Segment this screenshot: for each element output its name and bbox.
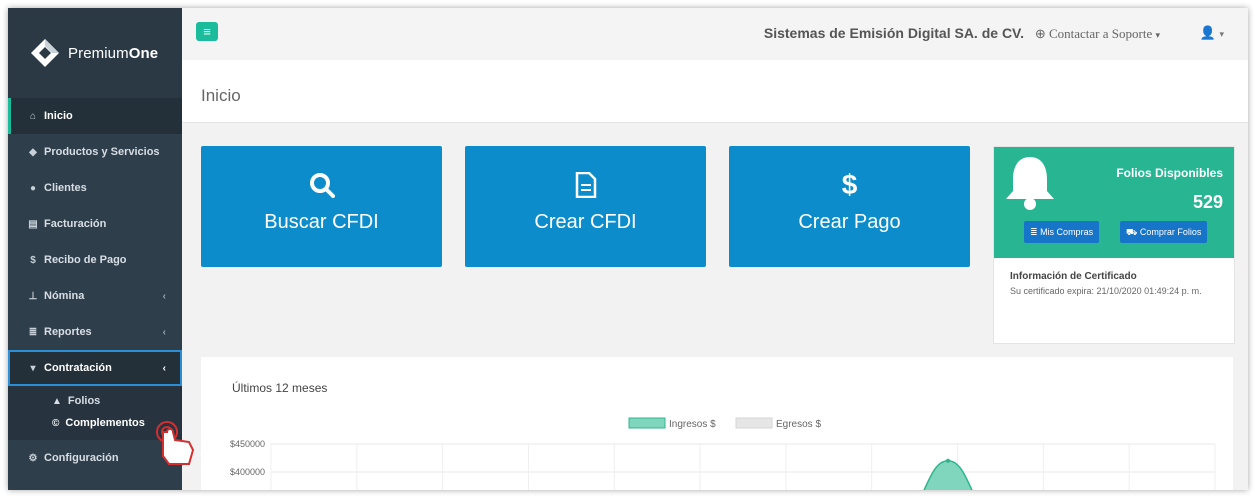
sidebar-item-label: Facturación (44, 218, 107, 230)
sidebar-item-productos[interactable]: ◆ Productos y Servicios (8, 134, 182, 170)
button-label: Mis Compras (1040, 227, 1094, 237)
sidebar-item-label: Inicio (44, 110, 73, 122)
legend-label: Ingresos $ (669, 419, 716, 430)
user-icon: 👤 (1199, 25, 1216, 40)
cogs-icon: ⚙ (28, 452, 38, 464)
tile-label: Crear CFDI (534, 211, 637, 233)
list-icon: ≣ (1030, 227, 1038, 237)
folios-card: Folios Disponibles 529 ≣ Mis Compras ⛟ C… (993, 146, 1235, 344)
search-icon (309, 173, 335, 198)
sidebar-item-contratacion[interactable]: ▾ Contratación ‹ (8, 350, 182, 386)
brand-name: PremiumOne (68, 44, 159, 62)
caret-down-icon: ▾ (1155, 30, 1160, 40)
user-dropdown[interactable]: 👤 ▾ (1200, 25, 1224, 41)
folios-title: Folios Disponibles (1116, 166, 1223, 180)
sidebar-subitem-label: Folios (67, 395, 101, 407)
legend-swatch[interactable] (628, 417, 666, 429)
page-title: Inicio (201, 86, 241, 105)
app-window: PremiumOne ⌂ Inicio ◆ Productos y Servic… (8, 8, 1248, 490)
comprar-folios-button[interactable]: ⛟ Comprar Folios (1120, 221, 1208, 243)
sidebar-subitem-folios[interactable]: ▲ Folios (8, 390, 182, 412)
caret-down-icon: ▾ (1219, 29, 1224, 39)
sidebar-item-label: Recibo de Pago (44, 254, 127, 266)
support-label: Contactar a Soporte (1048, 26, 1153, 41)
sidebar-item-reportes[interactable]: ≣ Reportes ‹ (8, 314, 182, 350)
page-header: Inicio (182, 60, 1248, 123)
sidebar-item-facturacion[interactable]: ▤ Facturación (8, 206, 182, 242)
certificate-expiry: Su certificado expira: 21/10/2020 01:49:… (1010, 286, 1202, 296)
sidebar-item-nomina[interactable]: ⊥ Nómina ‹ (8, 278, 182, 314)
chevron-left-icon: ‹ (162, 290, 166, 302)
support-dropdown[interactable]: ⊕ Contactar a Soporte ▾ (1035, 26, 1160, 42)
dollar-icon: $ (30, 254, 36, 266)
legend-label: Egresos $ (776, 419, 821, 430)
sidebar-item-label: Reportes (44, 326, 92, 338)
tile-label: Crear Pago (798, 211, 901, 233)
home-icon: ⌂ (29, 110, 37, 122)
pointer-hand-icon (156, 421, 195, 465)
certificate-info-title: Información de Certificado (1010, 271, 1137, 282)
sitemap-icon: ⊥ (28, 290, 38, 302)
brand[interactable]: PremiumOne (8, 8, 182, 98)
y-tick-label: $400000 (230, 467, 265, 477)
lifebuoy-icon: ⊕ (1034, 26, 1046, 41)
cart-icon: ⛟ (1126, 227, 1138, 237)
bell-icon: ▲ (52, 395, 62, 407)
ingresos-area (923, 460, 973, 490)
chevron-down-icon: ‹ (162, 362, 166, 374)
document-icon (575, 172, 596, 198)
mis-compras-button[interactable]: ≣ Mis Compras (1024, 221, 1100, 243)
chevron-left-icon: ‹ (162, 326, 166, 338)
button-label: Comprar Folios (1139, 227, 1202, 237)
crear-cfdi-tile[interactable]: Crear CFDI (465, 146, 706, 267)
sidebar-item-inicio[interactable]: ⌂ Inicio (8, 98, 182, 134)
premiumone-logo-icon (31, 39, 59, 67)
topbar: ≡ Sistemas de Emisión Digital SA. de CV.… (182, 8, 1248, 60)
tile-label: Buscar CFDI (264, 211, 379, 233)
sidebar-item-label: Clientes (44, 182, 87, 194)
crear-pago-tile[interactable]: $ Crear Pago (729, 146, 970, 267)
sidebar-item-label: Configuración (44, 452, 119, 464)
hamburger-icon: ≡ (203, 24, 211, 39)
chart-card: Últimos 12 meses Ingresos $ Egresos $ $45… (201, 357, 1233, 490)
cart-icon: ▾ (30, 362, 36, 374)
dollar-icon: $ (841, 169, 858, 200)
sidebar-item-clientes[interactable]: ● Clientes (8, 170, 182, 206)
sidebar-item-label: Productos y Servicios (44, 146, 160, 158)
legend-swatch[interactable] (735, 417, 773, 429)
list-icon: ≣ (28, 326, 38, 338)
y-tick-label: $450000 (230, 439, 265, 449)
ingresos-point[interactable] (946, 458, 950, 463)
buscar-cfdi-tile[interactable]: Buscar CFDI (201, 146, 442, 267)
sidebar-item-label: Contratación (44, 362, 112, 374)
company-name: Sistemas de Emisión Digital SA. de CV. (763, 25, 1024, 41)
file-icon: ▤ (28, 218, 38, 230)
bell-icon (1006, 157, 1054, 210)
tag-icon: ◆ (29, 146, 37, 158)
menu-toggle-button[interactable]: ≡ (196, 22, 218, 41)
sidebar-item-label: Nómina (44, 290, 85, 302)
folios-count: 529 (1192, 192, 1223, 212)
users-icon: ● (29, 182, 37, 194)
sidebar-item-recibo[interactable]: $ Recibo de Pago (8, 242, 182, 278)
sidebar-subitem-label: Complementos (65, 417, 145, 429)
area-chart: Ingresos $Egresos $ $450000$400000$35000… (230, 417, 1216, 490)
copyright-icon: © (52, 417, 60, 429)
